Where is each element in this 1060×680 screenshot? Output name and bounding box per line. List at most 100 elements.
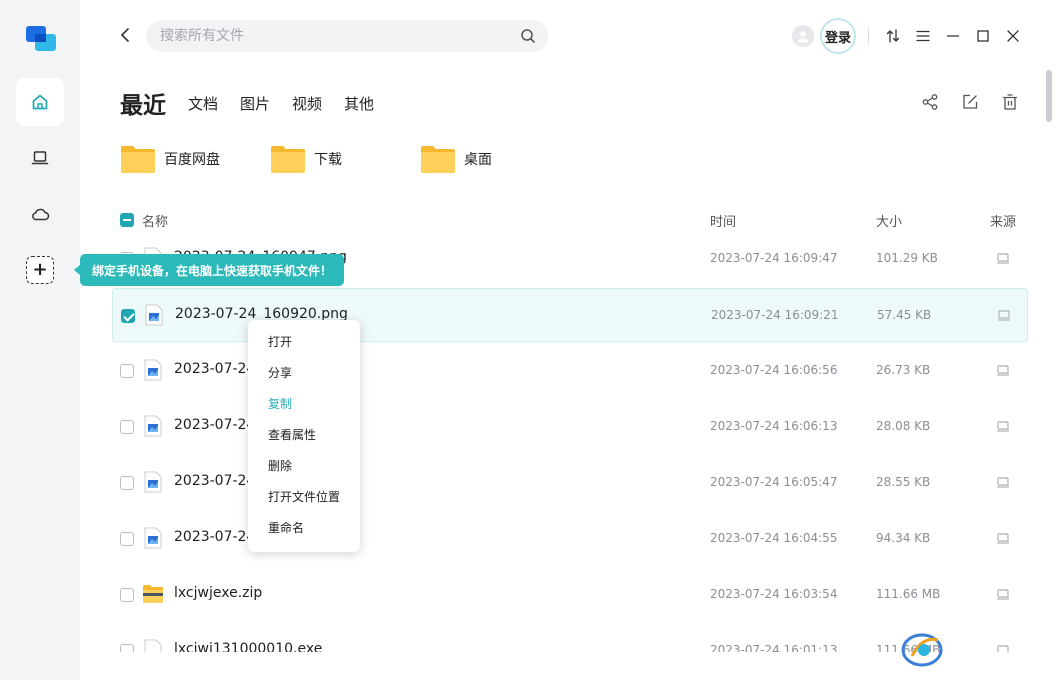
folder-icon: [421, 146, 455, 173]
file-time: 2023-07-24 16:05:47: [710, 475, 838, 489]
computer-source-icon: [998, 310, 1010, 321]
file-time: 2023-07-24 16:06:56: [710, 363, 838, 377]
search-icon[interactable]: [520, 28, 536, 44]
folder-downloads[interactable]: 下载: [270, 144, 342, 174]
folder-icon: [121, 146, 155, 173]
maximize-icon: [977, 30, 989, 42]
file-size: 101.29 KB: [876, 251, 938, 265]
table-row[interactable]: lxcjwjexe.zip 2023-07-24 16:03:54 111.66…: [112, 568, 1028, 622]
table-row[interactable]: lxcjwj131000010.exe 2023-07-24 16:01:13 …: [112, 624, 1028, 652]
file-time: 2023-07-24 16:03:54: [710, 587, 838, 601]
menu-button[interactable]: [912, 25, 934, 47]
computer-source-icon: [997, 253, 1009, 264]
tab-videos[interactable]: 视频: [292, 93, 322, 114]
file-time: 2023-07-24 16:01:13: [710, 643, 838, 652]
close-button[interactable]: [1002, 25, 1024, 47]
folder-baidu-netdisk[interactable]: 百度网盘: [120, 144, 220, 174]
delete-button[interactable]: [1000, 92, 1020, 112]
file-size: 57.45 KB: [877, 308, 932, 322]
trash-icon: [1002, 94, 1018, 110]
home-icon: [32, 94, 48, 110]
search-box: [146, 20, 548, 52]
row-checkbox[interactable]: [120, 476, 134, 490]
menu-item-properties[interactable]: 查看属性: [248, 420, 360, 451]
app-logo-icon: [26, 26, 56, 51]
add-device-button[interactable]: +: [26, 256, 54, 284]
sidebar-item-computer[interactable]: [16, 134, 64, 182]
image-file-icon: [144, 471, 162, 493]
file-size: 111.66 MB: [876, 587, 941, 601]
login-button[interactable]: 登录: [820, 18, 856, 54]
sidebar-item-cloud[interactable]: [16, 190, 64, 238]
tab-recent[interactable]: 最近: [120, 86, 166, 120]
plus-icon: +: [32, 259, 48, 280]
folder-desktop[interactable]: 桌面: [420, 144, 492, 174]
image-file-icon: [144, 415, 162, 437]
file-time: 2023-07-24 16:06:13: [710, 419, 838, 433]
folder-label: 下载: [314, 152, 342, 168]
computer-source-icon: [997, 533, 1009, 544]
edit-icon: [963, 94, 978, 109]
computer-source-icon: [997, 421, 1009, 432]
menu-item-copy[interactable]: 复制: [248, 389, 360, 420]
file-list: 2023-07-24_160947.png 2023-07-24 16:09:4…: [80, 240, 1045, 652]
share-icon: [922, 94, 938, 110]
tab-documents[interactable]: 文档: [188, 93, 218, 114]
share-button[interactable]: [920, 92, 940, 112]
menu-item-share[interactable]: 分享: [248, 358, 360, 389]
image-file-icon: [145, 304, 163, 326]
user-icon: [797, 31, 809, 43]
sidebar-item-home[interactable]: [16, 78, 64, 126]
zip-file-icon: [143, 585, 163, 603]
search-input[interactable]: [160, 20, 510, 52]
column-header-name[interactable]: 名称: [142, 211, 168, 230]
row-checkbox[interactable]: [121, 309, 135, 323]
file-size: 94.34 KB: [876, 531, 931, 545]
sidebar: +: [0, 0, 80, 680]
row-checkbox[interactable]: [120, 420, 134, 434]
sort-icon: [886, 29, 900, 43]
maximize-button[interactable]: [972, 25, 994, 47]
minimize-button[interactable]: [942, 25, 964, 47]
avatar[interactable]: [792, 25, 814, 47]
row-checkbox[interactable]: [120, 588, 134, 602]
close-icon: [1007, 30, 1019, 42]
menu-item-open[interactable]: 打开: [248, 327, 360, 358]
folder-label: 百度网盘: [164, 152, 220, 168]
folder-label: 桌面: [464, 152, 492, 168]
file-time: 2023-07-24 16:04:55: [710, 531, 838, 545]
column-header-size[interactable]: 大小: [876, 211, 902, 230]
folder-icon: [271, 146, 305, 173]
computer-source-icon: [997, 589, 1009, 600]
minimize-icon: [946, 35, 960, 37]
menu-item-open-location[interactable]: 打开文件位置: [248, 482, 360, 513]
watermark-logo: [901, 633, 943, 667]
laptop-icon: [31, 151, 49, 165]
file-time: 2023-07-24 16:09:21: [711, 308, 839, 322]
file-size: 26.73 KB: [876, 363, 931, 377]
back-button[interactable]: [114, 24, 136, 46]
context-menu: 打开 分享 复制 查看属性 删除 打开文件位置 重命名: [248, 320, 360, 552]
tab-other[interactable]: 其他: [344, 93, 374, 114]
edit-button[interactable]: [960, 92, 980, 112]
select-all-checkbox[interactable]: [120, 213, 134, 227]
bind-phone-tooltip: 绑定手机设备，在电脑上快速获取手机文件！: [73, 254, 345, 286]
scrollbar-thumb[interactable]: [1046, 70, 1052, 122]
sort-button[interactable]: [882, 25, 904, 47]
computer-source-icon: [997, 477, 1009, 488]
row-checkbox[interactable]: [120, 644, 134, 652]
column-header-source[interactable]: 来源: [990, 211, 1016, 230]
app-window: + 绑定手机设备，在电脑上快速获取手机文件！ 登录: [0, 0, 1060, 680]
header-divider: [868, 27, 869, 45]
tab-images[interactable]: 图片: [240, 93, 270, 114]
cloud-icon: [32, 208, 50, 221]
menu-item-delete[interactable]: 删除: [248, 451, 360, 482]
menu-item-rename[interactable]: 重命名: [248, 513, 360, 544]
row-checkbox[interactable]: [120, 364, 134, 378]
column-header-time[interactable]: 时间: [710, 211, 736, 230]
file-name: lxcjwj131000010.exe: [174, 641, 323, 652]
row-checkbox[interactable]: [120, 532, 134, 546]
file-time: 2023-07-24 16:09:47: [710, 251, 838, 265]
chevron-left-icon: [121, 28, 129, 42]
file-icon: [144, 639, 162, 652]
